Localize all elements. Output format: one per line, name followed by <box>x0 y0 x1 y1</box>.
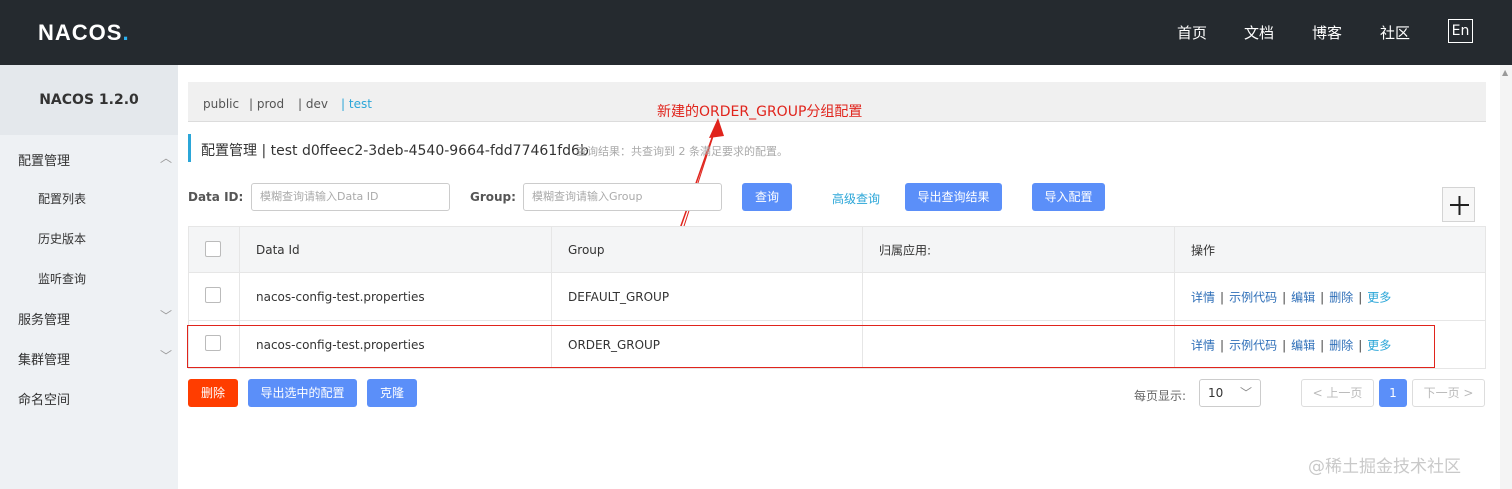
current-page-button[interactable]: 1 <box>1379 379 1407 407</box>
namespace-test[interactable]: | test <box>341 97 372 111</box>
data-id-label: Data ID: <box>188 190 244 204</box>
table-row: nacos-config-test.properties DEFAULT_GRO… <box>188 273 1486 321</box>
page-title: 配置管理 | test d0ffeec2-3deb-4540-9664-fdd7… <box>201 143 589 159</box>
page-size-label: 每页显示: <box>1134 389 1187 403</box>
sidebar-item-service-management[interactable]: 服务管理 <box>18 309 70 328</box>
edit-link[interactable]: 编辑 <box>1291 290 1315 304</box>
annotation-text: 新建的ORDER_GROUP分组配置 <box>657 104 863 120</box>
column-header-actions: 操作 <box>1191 243 1216 257</box>
chevron-down-icon[interactable]: ﹀ <box>160 307 172 324</box>
import-config-button[interactable]: 导入配置 <box>1032 183 1105 211</box>
namespace-public[interactable]: public <box>203 97 239 111</box>
select-all-checkbox[interactable] <box>205 241 221 257</box>
query-result-text: 查询结果：共查询到 2 条满足要求的配置。 <box>576 145 788 158</box>
column-header-data-id: Data Id <box>256 242 300 257</box>
row-actions: 详情 | 示例代码 | 编辑 | 删除 | 更多 <box>1191 290 1392 304</box>
sidebar: NACOS 1.2.0 配置管理 ︿ 配置列表 历史版本 监听查询 服务管理 ﹀… <box>0 65 178 489</box>
detail-link[interactable]: 详情 <box>1191 290 1215 304</box>
language-toggle-button[interactable]: En <box>1448 19 1473 43</box>
watermark: @稀土掘金技术社区 <box>1308 457 1461 477</box>
namespace-dev[interactable]: | dev <box>298 97 328 111</box>
cell-group: DEFAULT_GROUP <box>568 289 670 304</box>
scroll-up-icon[interactable]: ▲ <box>1502 68 1508 77</box>
sidebar-item-listener-query[interactable]: 监听查询 <box>38 270 86 287</box>
title-accent <box>188 134 191 162</box>
table-header: Data Id Group 归属应用: 操作 <box>188 226 1486 273</box>
add-config-button[interactable] <box>1442 187 1475 222</box>
group-input[interactable]: 模糊查询请输入Group <box>523 183 722 211</box>
sidebar-item-cluster-management[interactable]: 集群管理 <box>18 349 70 368</box>
advanced-query-link[interactable]: 高级查询 <box>832 190 880 207</box>
row-checkbox[interactable] <box>205 287 221 303</box>
chevron-down-icon[interactable]: ﹀ <box>160 347 172 364</box>
page-size-value: 10 <box>1208 386 1224 400</box>
sidebar-title: NACOS 1.2.0 <box>0 65 178 135</box>
export-selected-button[interactable]: 导出选中的配置 <box>248 379 357 407</box>
vertical-scrollbar[interactable] <box>1500 65 1512 489</box>
nav-blog[interactable]: 博客 <box>1312 22 1342 43</box>
sidebar-item-namespace[interactable]: 命名空间 <box>18 389 70 408</box>
chevron-down-icon: ﹀ <box>1239 386 1252 400</box>
sample-code-link[interactable]: 示例代码 <box>1229 290 1277 304</box>
nav-docs[interactable]: 文档 <box>1244 22 1274 43</box>
nacos-logo[interactable]: NACOS. <box>38 20 130 46</box>
nav-community[interactable]: 社区 <box>1380 22 1410 43</box>
more-link[interactable]: 更多 <box>1367 290 1391 304</box>
chevron-up-icon[interactable]: ︿ <box>160 149 172 166</box>
sidebar-item-config-list[interactable]: 配置列表 <box>38 190 86 207</box>
nav-home[interactable]: 首页 <box>1177 22 1207 43</box>
plus-icon <box>1450 196 1469 215</box>
sidebar-item-config-management[interactable]: 配置管理 <box>18 150 70 169</box>
data-id-input[interactable]: 模糊查询请输入Data ID <box>251 183 450 211</box>
delete-link[interactable]: 删除 <box>1329 290 1353 304</box>
annotation-highlight-box <box>187 325 1435 368</box>
column-header-group: Group <box>568 242 605 257</box>
page-size-select[interactable]: 10 ﹀ <box>1199 379 1261 407</box>
top-navbar: NACOS. 首页 文档 博客 社区 En <box>0 0 1512 65</box>
export-results-button[interactable]: 导出查询结果 <box>905 183 1002 211</box>
sidebar-item-history[interactable]: 历史版本 <box>38 230 86 247</box>
query-button[interactable]: 查询 <box>742 183 792 211</box>
cell-data-id: nacos-config-test.properties <box>256 289 425 304</box>
column-header-app: 归属应用: <box>879 243 932 257</box>
namespace-prod[interactable]: | prod <box>249 97 284 111</box>
next-page-button[interactable]: 下一页 > <box>1412 379 1485 407</box>
prev-page-button[interactable]: < 上一页 <box>1301 379 1374 407</box>
clone-button[interactable]: 克隆 <box>367 379 417 407</box>
group-label: Group: <box>470 190 516 204</box>
delete-button[interactable]: 删除 <box>188 379 238 407</box>
